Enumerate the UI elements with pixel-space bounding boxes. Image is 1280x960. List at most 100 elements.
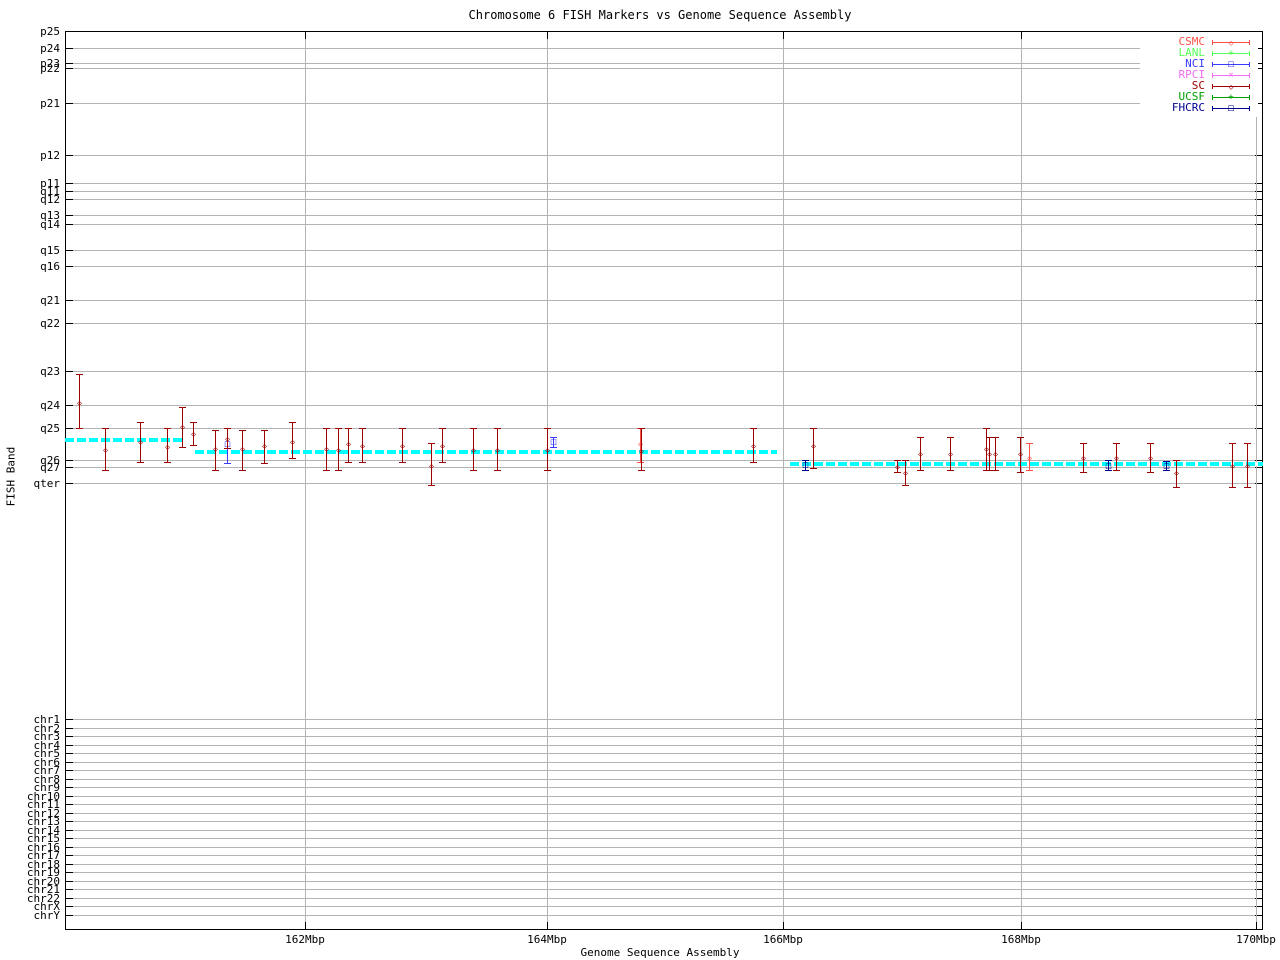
legend-sample-cap [1249, 84, 1250, 89]
legend-marker-x: × [1228, 70, 1234, 80]
point-SC-cap-top [179, 407, 186, 408]
point-SC-cap-top [544, 428, 551, 429]
marker-diamond: ◇ [225, 434, 230, 443]
point-SC-cap-top [261, 430, 268, 431]
fish-band-q15-label: q15 [40, 244, 60, 257]
x-tick-label: 166Mbp [763, 933, 803, 946]
marker-diamond: ◇ [993, 449, 998, 458]
x-tick-label: 168Mbp [1001, 933, 1041, 946]
point-SC-cap-bottom [164, 462, 171, 463]
fish-band-p12-label: p12 [40, 149, 60, 162]
point-SC-cap-top [190, 422, 197, 423]
point-SC-cap-top [239, 430, 246, 431]
point-SC-cap-top [1229, 443, 1236, 444]
marker-diamond: ◇ [165, 442, 170, 451]
point-SC-cap-bottom [399, 462, 406, 463]
marker-diamond: ◇ [440, 441, 445, 450]
marker-diamond: ◇ [545, 445, 550, 454]
fish-band-q14-label: q14 [40, 218, 60, 231]
fish-band-q22-label: q22 [40, 317, 60, 330]
marker-diamond: ◇ [1027, 453, 1032, 462]
point-SC-cap-top [750, 428, 757, 429]
marker-diamond: ◇ [400, 441, 405, 450]
point-SC-cap-bottom [289, 458, 296, 459]
point-SC-cap-top [345, 428, 352, 429]
point-SC-cap-top [947, 437, 954, 438]
legend-sample-cap [1212, 73, 1213, 78]
point-SC-cap-top [137, 422, 144, 423]
point-SC-cap-top [983, 428, 990, 429]
marker-diamond: ◇ [346, 439, 351, 448]
marker-square: □ [550, 437, 557, 447]
point-SC-cap-top [323, 428, 330, 429]
legend-sample-cap [1212, 51, 1213, 56]
point-SC-cap-bottom [494, 470, 501, 471]
point-SC-cap-bottom [76, 428, 83, 429]
point-SC-cap-top [1113, 443, 1120, 444]
legend-marker-plus: + [1228, 48, 1234, 58]
point-SC-cap-bottom [1173, 487, 1180, 488]
point-SC-cap-top [494, 428, 501, 429]
point-SC-cap-top [1244, 443, 1251, 444]
fish-band-q27-label: q27 [40, 461, 60, 474]
marker-diamond: ◇ [240, 444, 245, 453]
marker-square: □ [1163, 461, 1170, 471]
marker-diamond: ◇ [1081, 453, 1086, 462]
point-SC-cap-bottom [1017, 472, 1024, 473]
point-NCI-cap-bottom [550, 447, 557, 448]
x-tick-label: 170Mbp [1236, 933, 1276, 946]
point-SC-cap-bottom [1113, 470, 1120, 471]
legend-marker-square: □ [1228, 103, 1234, 113]
x-tick-label: 164Mbp [527, 933, 567, 946]
legend-sample-cap [1212, 40, 1213, 45]
point-SC-cap-top [992, 437, 999, 438]
marker-diamond: ◇ [918, 449, 923, 458]
legend-sample-cap [1249, 95, 1250, 100]
point-SC-cap-top [399, 428, 406, 429]
point-SC-cap-bottom [1080, 472, 1087, 473]
point-SC-cap-bottom [902, 485, 909, 486]
y-axis-label: FISH Band [4, 446, 18, 507]
point-SC-cap-bottom [212, 470, 219, 471]
marker-diamond: ◇ [751, 441, 756, 450]
point-SC-cap-bottom [137, 462, 144, 463]
point-SC-cap-top [1173, 460, 1180, 461]
point-SC-cap-bottom [992, 470, 999, 471]
point-SC-cap-bottom [239, 470, 246, 471]
marker-diamond: ◇ [191, 429, 196, 438]
legend-sample-cap [1249, 62, 1250, 67]
marker-diamond: ◇ [1174, 468, 1179, 477]
marker-diamond: ◇ [180, 422, 185, 431]
fish-band-q12-label: q12 [40, 193, 60, 206]
marker-diamond: ◇ [495, 445, 500, 454]
assembly-segment [195, 450, 777, 454]
marker-diamond: ◇ [895, 462, 900, 471]
point-SC-cap-top [359, 428, 366, 429]
marker-diamond: ◇ [948, 449, 953, 458]
legend-sample-cap [1212, 84, 1213, 89]
point-SC-cap-bottom [1229, 487, 1236, 488]
fish-band-p24-label: p24 [40, 42, 60, 55]
point-SC-cap-bottom [750, 462, 757, 463]
point-CSMC-cap-top [1026, 443, 1033, 444]
marker-diamond: ◇ [471, 445, 476, 454]
fish-band-qter-label: qter [33, 477, 61, 490]
marker-diamond: ◇ [103, 445, 108, 454]
legend-marker-plus: + [1228, 92, 1234, 102]
marker-diamond: ◇ [1148, 453, 1153, 462]
legend-marker-square: □ [1228, 59, 1234, 69]
point-SC-cap-bottom [894, 472, 901, 473]
marker-diamond: ◇ [903, 468, 908, 477]
point-SC-cap-bottom [179, 447, 186, 448]
legend-sample-cap [1249, 73, 1250, 78]
point-SC-cap-bottom [345, 462, 352, 463]
point-SC-cap-top [164, 428, 171, 429]
point-SC-cap-top [902, 460, 909, 461]
point-SC-cap-top [1080, 443, 1087, 444]
point-SC-cap-top [810, 428, 817, 429]
marker-diamond: ◇ [360, 441, 365, 450]
marker-diamond: ◇ [262, 441, 267, 450]
point-SC-cap-bottom [810, 468, 817, 469]
assembly-segment [790, 462, 1263, 466]
marker-square: □ [1105, 461, 1112, 471]
